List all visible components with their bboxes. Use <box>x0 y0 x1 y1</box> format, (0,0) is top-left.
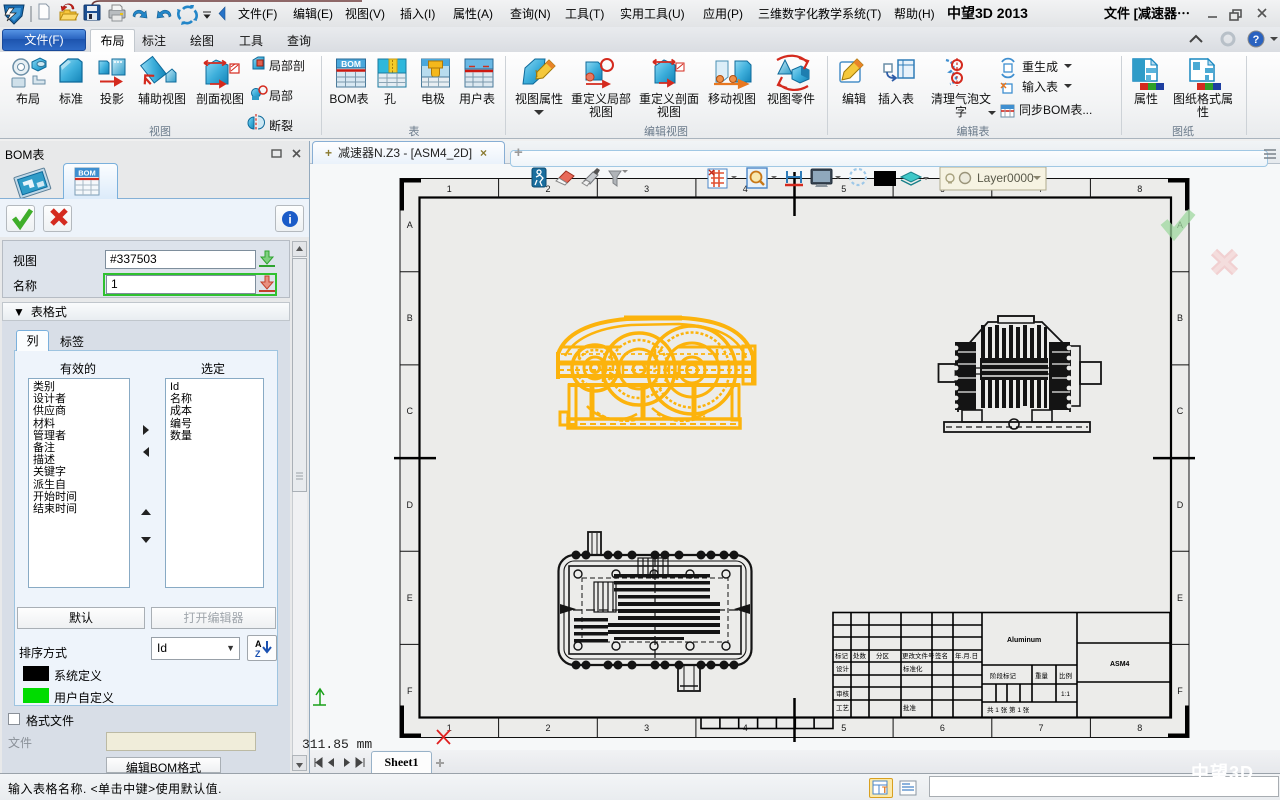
svg-text:5: 5 <box>841 723 846 733</box>
svg-text:B: B <box>407 313 413 323</box>
svg-text:D: D <box>1177 500 1184 510</box>
svg-text:更改文件号: 更改文件号 <box>902 651 935 660</box>
svg-text:分区: 分区 <box>876 651 890 660</box>
svg-text:标准化: 标准化 <box>903 664 923 673</box>
svg-text:共 1 张 第 1 张: 共 1 张 第 1 张 <box>987 705 1030 714</box>
svg-text:工艺: 工艺 <box>836 704 850 712</box>
svg-text:F: F <box>1177 686 1183 696</box>
svg-text:C: C <box>406 406 413 416</box>
svg-text:1: 1 <box>447 184 452 194</box>
svg-text:ASM4: ASM4 <box>1110 661 1130 668</box>
svg-text:Aluminum: Aluminum <box>1007 637 1041 644</box>
svg-text:年.月.日: 年.月.日 <box>955 651 978 660</box>
svg-text:审核: 审核 <box>836 689 850 698</box>
svg-text:D: D <box>406 500 413 510</box>
svg-text:阶段标记: 阶段标记 <box>990 671 1017 680</box>
svg-text:C: C <box>1177 406 1184 416</box>
svg-text:F: F <box>407 686 413 696</box>
svg-text:A: A <box>407 220 413 230</box>
svg-text:Layer0000: Layer0000 <box>977 171 1034 185</box>
svg-text:处数: 处数 <box>853 651 867 660</box>
svg-text:1:1: 1:1 <box>1061 691 1070 698</box>
svg-text:i: i <box>288 213 291 227</box>
svg-text:A: A <box>255 639 262 649</box>
svg-text:B: B <box>1177 313 1183 323</box>
svg-text:批准: 批准 <box>903 703 917 712</box>
svg-text:BOM: BOM <box>78 169 96 178</box>
svg-text:签名: 签名 <box>935 651 948 660</box>
svg-text:7: 7 <box>1038 723 1043 733</box>
svg-text:3: 3 <box>644 723 649 733</box>
svg-text:2: 2 <box>545 723 550 733</box>
svg-text:BOM: BOM <box>341 59 361 69</box>
svg-text:重量: 重量 <box>1035 672 1049 680</box>
svg-text:E: E <box>1177 593 1183 603</box>
svg-text:设计: 设计 <box>836 664 850 673</box>
svg-text:T: T <box>882 785 888 795</box>
svg-text:标记: 标记 <box>835 651 849 660</box>
svg-text:6: 6 <box>940 723 945 733</box>
svg-text:E: E <box>407 593 413 603</box>
svg-text:8: 8 <box>1137 184 1142 194</box>
svg-text:?: ? <box>1253 34 1260 46</box>
svg-text:比例: 比例 <box>1059 671 1072 680</box>
svg-text:8: 8 <box>1137 723 1142 733</box>
svg-text:Z: Z <box>255 649 261 659</box>
